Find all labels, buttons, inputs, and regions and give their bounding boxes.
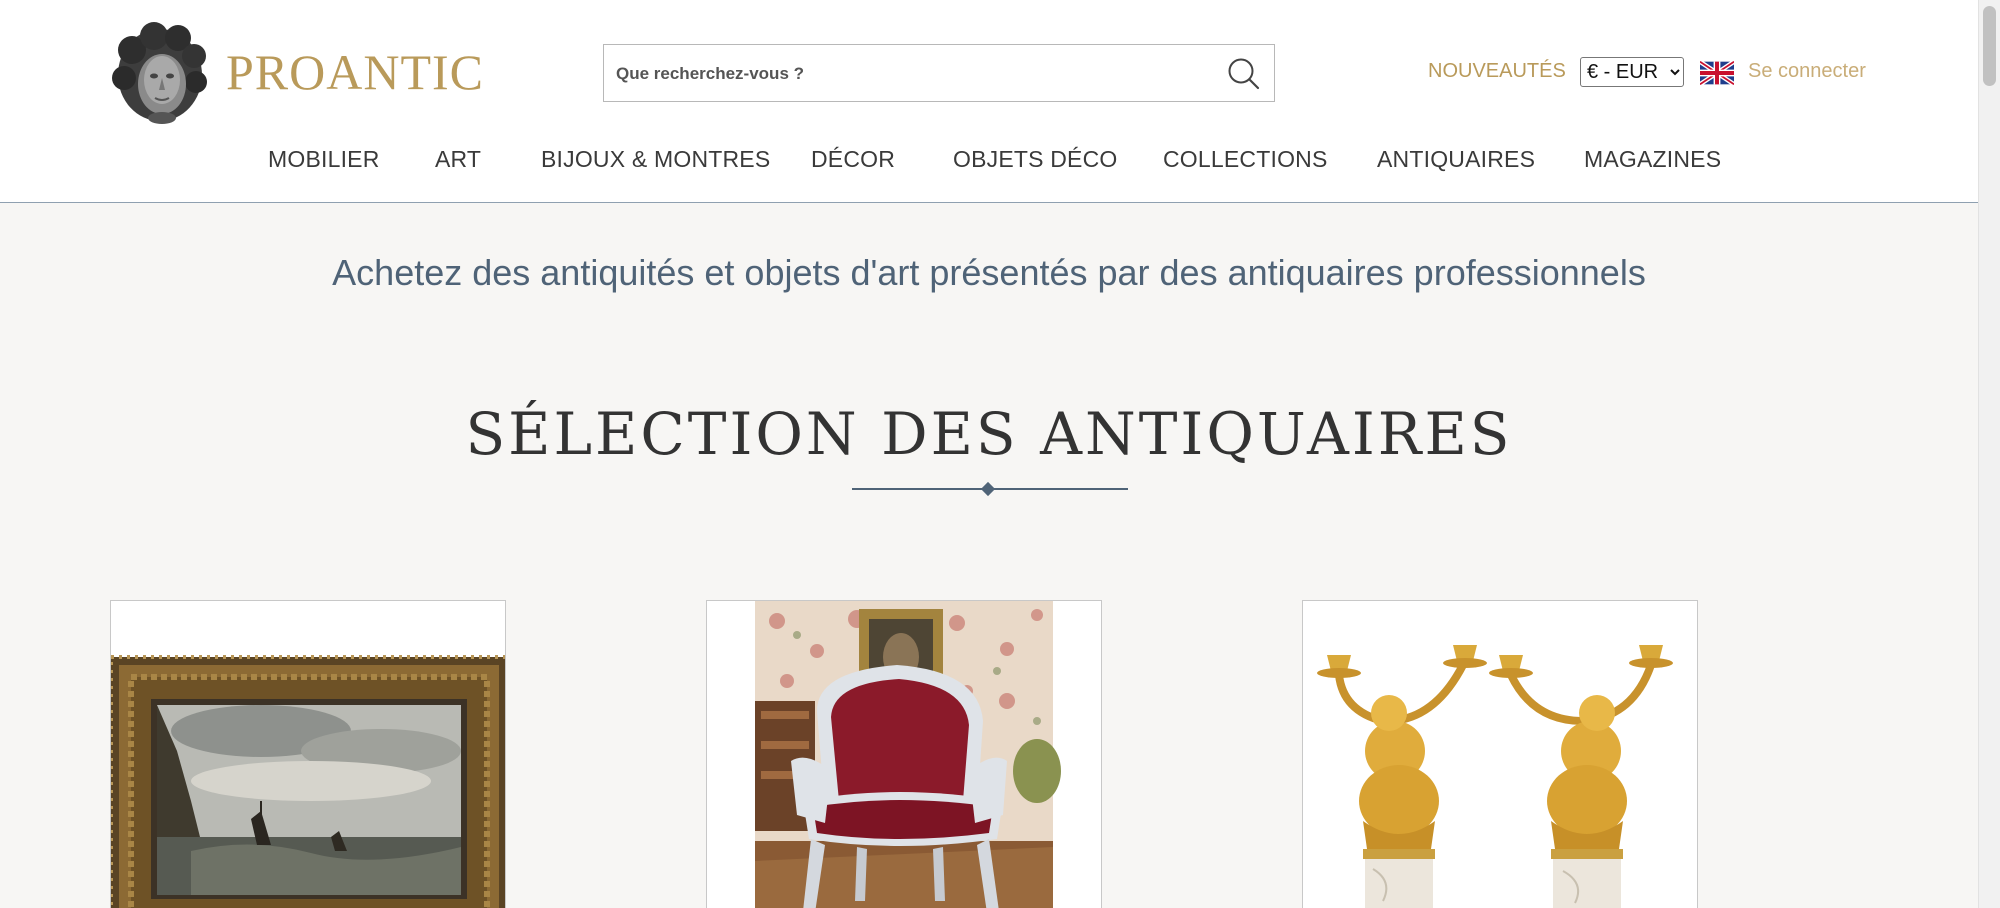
logo-link[interactable]: PROANTIC xyxy=(110,20,484,124)
login-link[interactable]: Se connecter xyxy=(1748,60,1866,83)
search-box xyxy=(603,44,1275,103)
nav-item-art[interactable]: ART xyxy=(435,146,481,173)
candelabra-image xyxy=(1303,601,1697,908)
search-input[interactable] xyxy=(614,45,1198,103)
product-card-painting[interactable] xyxy=(110,600,506,908)
scrollbar-thumb[interactable] xyxy=(1983,6,1996,86)
page: PROANTIC NOUVEAUTÉS € - EUR Se connecter… xyxy=(0,0,1978,908)
section-title: SÉLECTION DES ANTIQUAIRES xyxy=(465,400,1513,468)
nav-item-mobilier[interactable]: MOBILIER xyxy=(268,146,380,173)
site-header: PROANTIC NOUVEAUTÉS € - EUR Se connecter… xyxy=(0,0,1978,203)
nav-item-bijoux-montres[interactable]: BIJOUX & MONTRES xyxy=(541,146,770,173)
logo-text: PROANTIC xyxy=(226,44,485,100)
main-nav: MOBILIER ART BIJOUX & MONTRES DÉCOR OBJE… xyxy=(0,146,1978,182)
product-card-armchair[interactable] xyxy=(706,600,1102,908)
tagline: Achetez des antiquités et objets d'art p… xyxy=(332,252,1646,293)
nav-item-objets-deco[interactable]: OBJETS DÉCO xyxy=(953,146,1118,173)
search-icon[interactable] xyxy=(1224,55,1262,93)
logo-head-icon xyxy=(112,22,207,124)
nav-item-magazines[interactable]: MAGAZINES xyxy=(1584,146,1721,173)
page-scrollbar[interactable] xyxy=(1978,0,2000,908)
product-card-candelabra[interactable] xyxy=(1302,600,1698,908)
seascape-painting-image xyxy=(111,601,505,908)
currency-select[interactable]: € - EUR xyxy=(1580,57,1684,87)
nav-item-collections[interactable]: COLLECTIONS xyxy=(1163,146,1328,173)
uk-flag-icon[interactable] xyxy=(1700,61,1734,85)
nav-item-decor[interactable]: DÉCOR xyxy=(811,146,895,173)
title-divider-diamond xyxy=(980,481,996,497)
armchair-image xyxy=(707,601,1101,908)
nav-item-antiquaires[interactable]: ANTIQUAIRES xyxy=(1377,146,1535,173)
new-arrivals-link[interactable]: NOUVEAUTÉS xyxy=(1428,60,1566,83)
